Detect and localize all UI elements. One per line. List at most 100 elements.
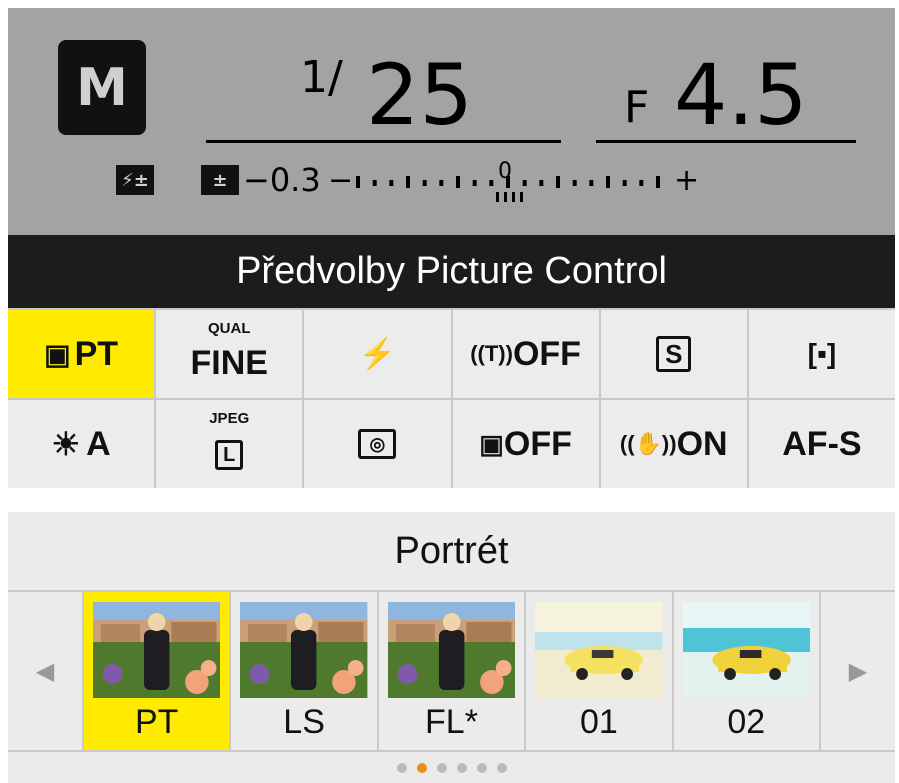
menu-title: Předvolby Picture Control <box>8 235 895 308</box>
picture-control-icon: ▣ <box>44 338 71 370</box>
preset-label: 02 <box>727 703 766 741</box>
scroll-right-button[interactable]: ▶ <box>820 592 895 750</box>
meter-bar <box>496 192 499 202</box>
scale-tick <box>406 176 410 188</box>
sun-icon: ☀ <box>51 426 81 462</box>
picture-control-strip: ◀ PT LS FL* 01 02 ▶ <box>8 590 895 752</box>
flash-mode-cell[interactable]: ⚡ <box>304 310 451 398</box>
scale-tick <box>489 180 494 186</box>
scale-tick <box>639 180 644 186</box>
release-mode-label: S <box>665 339 683 369</box>
scale-tick <box>522 180 527 186</box>
shutter-speed[interactable]: 1/ 25 <box>206 46 561 144</box>
preset-thumbnail <box>387 602 516 698</box>
wireless-icon: ((T)) <box>470 341 513 366</box>
active-d-lighting-label: OFF <box>503 424 572 463</box>
scale-tick <box>356 176 360 188</box>
page-dot <box>456 762 467 773</box>
scale-tick <box>439 180 444 186</box>
scale-tick <box>572 180 577 186</box>
preset-pt[interactable]: PT <box>84 592 230 750</box>
vibration-reduction-icon: ((✋)) <box>619 431 677 456</box>
flash-compensation-icon: ⚡± <box>116 165 154 195</box>
image-size-cell[interactable]: JPEG L <box>156 400 303 488</box>
chevron-right-icon: ▶ <box>848 657 868 685</box>
page-indicator <box>8 752 895 783</box>
scale-tick <box>539 180 544 186</box>
vibration-reduction-cell[interactable]: ((✋)) ON <box>600 400 747 488</box>
page-dot <box>436 762 447 773</box>
scale-tick <box>606 176 610 188</box>
scale-tick <box>422 180 427 186</box>
active-d-lighting-cell[interactable]: ▣ OFF <box>452 400 599 488</box>
preset-thumbnail <box>240 602 368 698</box>
scale-tick <box>589 180 594 186</box>
settings-grid: ▣ PT QUAL FINE ⚡ ((T)) OFF S [▪] ☀ A JPE… <box>8 308 895 488</box>
scale-minus: − <box>328 163 353 198</box>
preset-fl[interactable]: FL* <box>378 592 525 750</box>
wireless-cell[interactable]: ((T)) OFF <box>452 310 599 398</box>
flash-icon: ⚡ <box>358 337 397 371</box>
preset-label: 01 <box>579 703 618 741</box>
active-d-lighting-icon: ▣ <box>479 428 504 459</box>
aperture[interactable]: F 4.5 <box>596 46 856 144</box>
preset-label: LS <box>283 703 325 741</box>
image-size-label: L <box>223 444 236 466</box>
preset-thumbnail <box>93 602 221 698</box>
metering-cell[interactable]: ◎ <box>304 400 451 488</box>
white-balance-label: A <box>86 424 111 463</box>
scroll-left-button[interactable]: ◀ <box>8 592 82 750</box>
scale-tick <box>556 176 560 188</box>
scale-tick <box>456 176 460 188</box>
meter-indicator <box>496 192 523 202</box>
meter-bar <box>520 192 523 202</box>
matrix-metering-icon: ◎ <box>358 429 397 459</box>
scale-plus: + <box>674 163 699 198</box>
page-dot <box>476 762 487 773</box>
picture-control-name: Portrét <box>8 512 895 590</box>
image-quality-cell[interactable]: QUAL FINE <box>156 310 303 398</box>
page-dot <box>416 762 427 773</box>
release-mode-cell[interactable]: S <box>600 310 747 398</box>
image-quality-label: FINE <box>190 343 268 382</box>
wireless-label: OFF <box>512 334 581 373</box>
picture-control-label: PT <box>74 334 119 373</box>
single-frame-icon: S <box>656 336 692 372</box>
image-size-icon: L <box>215 440 244 470</box>
meter-bar <box>504 192 507 202</box>
scale-tick <box>472 180 477 186</box>
exposure-display: M 1/ 25 F 4.5 ⚡± ± −0.3 − 0 + <box>8 8 895 235</box>
exposure-compensation-value: −0.3 <box>243 161 321 199</box>
vibration-reduction-label: ON <box>676 424 728 463</box>
shutter-value: 25 <box>366 46 473 144</box>
exposure-compensation-icon: ± <box>201 165 239 195</box>
image-size-small-label: JPEG <box>209 410 250 427</box>
preset-01[interactable]: 01 <box>526 592 672 750</box>
meter-bar <box>512 192 515 202</box>
shutter-prefix: 1/ <box>300 52 343 103</box>
focus-mode-cell[interactable]: AF-S <box>748 400 895 488</box>
aperture-value: 4.5 <box>674 46 808 144</box>
preset-thumbnail <box>682 602 810 698</box>
preset-02[interactable]: 02 <box>673 592 819 750</box>
chevron-left-icon: ◀ <box>35 657 55 685</box>
scale-tick <box>622 180 627 186</box>
page-dot <box>496 762 507 773</box>
preset-label: FL* <box>425 703 478 741</box>
preset-ls[interactable]: LS <box>231 592 377 750</box>
aperture-prefix: F <box>624 82 650 133</box>
af-area-icon: [▪] <box>807 338 837 369</box>
scale-tick <box>389 180 394 186</box>
af-area-cell[interactable]: [▪] <box>748 310 895 398</box>
preset-thumbnail <box>535 602 663 698</box>
image-quality-small-label: QUAL <box>207 320 251 337</box>
page-dot <box>396 762 407 773</box>
focus-mode-label: AF-S <box>782 424 862 463</box>
scale-tick <box>656 176 660 188</box>
shooting-mode-badge: M <box>58 40 146 135</box>
exposure-meter-scale: − 0 + <box>328 159 699 202</box>
picture-control-cell[interactable]: ▣ PT <box>8 310 155 398</box>
white-balance-cell[interactable]: ☀ A <box>8 400 155 488</box>
scale-tick <box>372 180 377 186</box>
scale-zero: 0 <box>498 159 512 184</box>
